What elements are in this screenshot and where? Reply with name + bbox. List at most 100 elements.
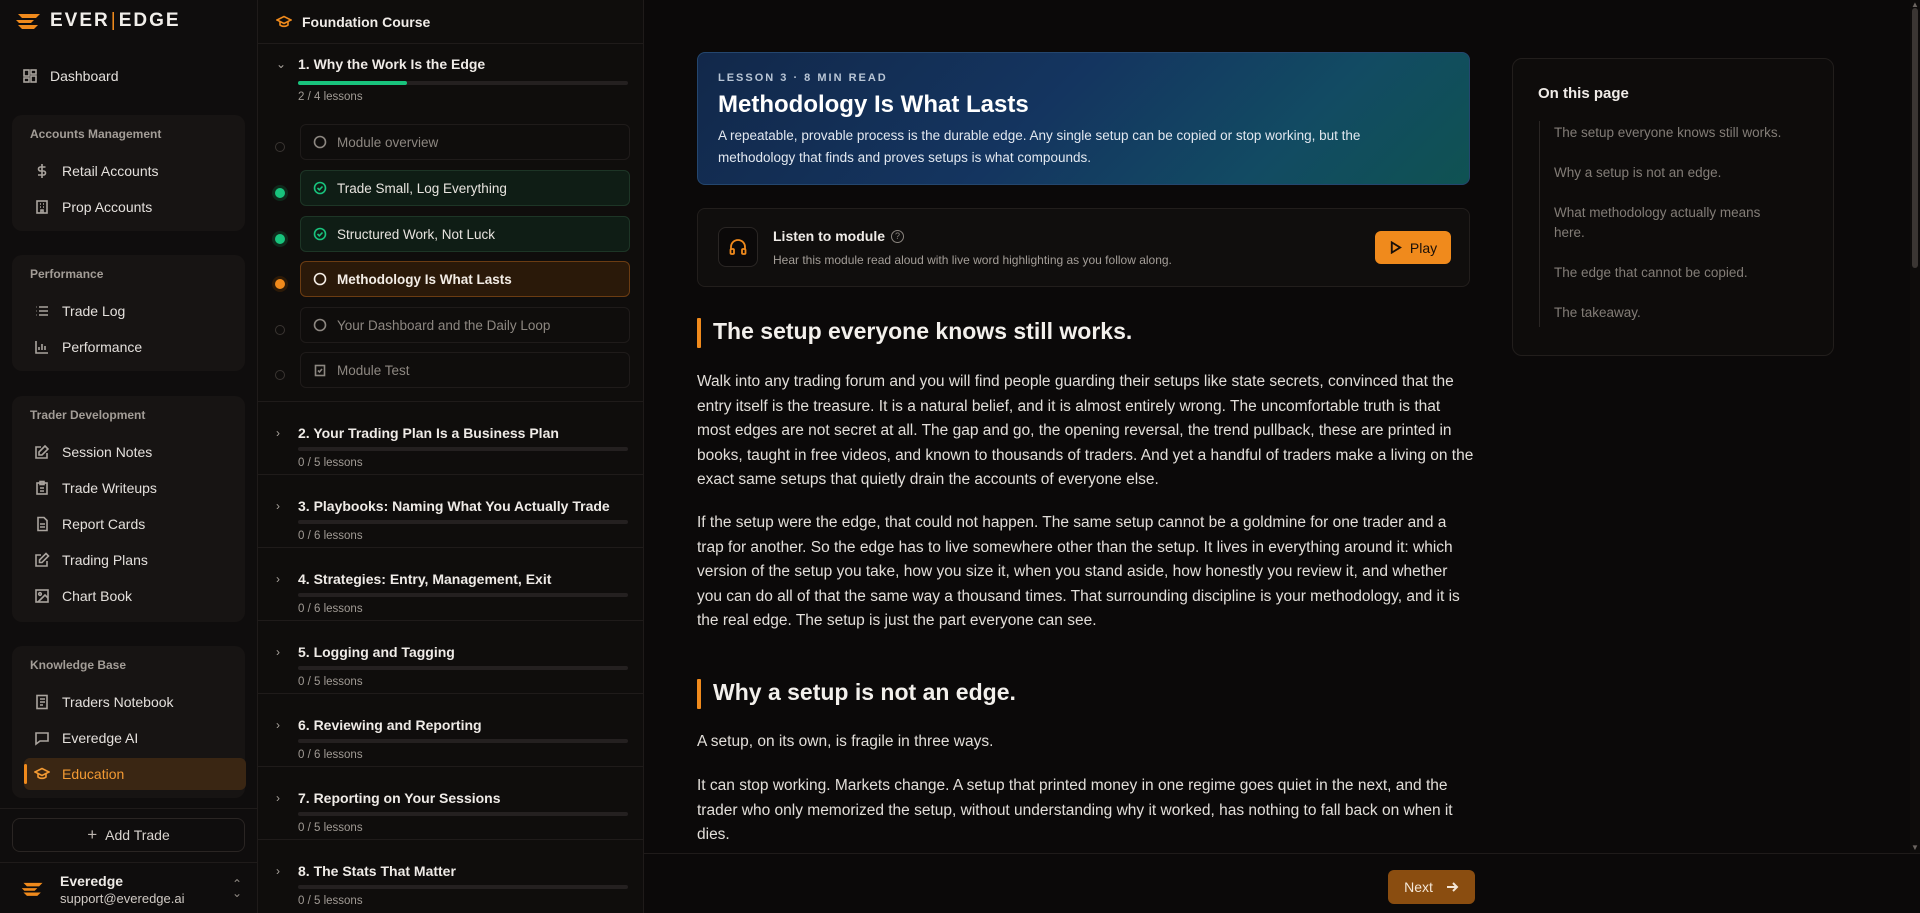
toc-item[interactable]: Why a setup is not an edge. xyxy=(1540,163,1790,203)
nav-trade-writeups[interactable]: Trade Writeups xyxy=(24,472,246,504)
nav-traders-notebook[interactable]: Traders Notebook xyxy=(24,686,246,718)
module-4[interactable]: › 4. Strategies: Entry, Management, Exit… xyxy=(258,548,643,621)
building-icon xyxy=(34,199,50,215)
scrollbar[interactable]: ▲ ▼ xyxy=(1910,0,1920,853)
lesson-description: A repeatable, provable process is the du… xyxy=(718,128,1361,165)
nav-label: Chart Book xyxy=(62,588,133,604)
nav-education[interactable]: Education xyxy=(24,758,246,790)
headphones-icon xyxy=(718,227,758,267)
chevron-right-icon: › xyxy=(276,499,280,513)
everedge-logo-icon xyxy=(16,14,40,29)
group-title: Knowledge Base xyxy=(30,658,127,672)
nav-group-trader-development: Trader Development Session Notes Trade W… xyxy=(12,396,245,622)
play-button[interactable]: Play xyxy=(1375,231,1451,264)
toc-list: The setup everyone knows still works. Wh… xyxy=(1539,121,1809,327)
module-count: 0 / 6 lessons xyxy=(298,603,363,615)
module-title: 5. Logging and Tagging xyxy=(298,644,455,660)
scrollbar-thumb[interactable] xyxy=(1912,8,1918,268)
nav-retail-accounts[interactable]: Retail Accounts xyxy=(24,155,246,187)
chevron-right-icon: › xyxy=(276,718,280,732)
module-title: 3. Playbooks: Naming What You Actually T… xyxy=(298,498,610,514)
lesson-trade-small[interactable]: Trade Small, Log Everything xyxy=(300,170,630,206)
check-circle-icon xyxy=(313,181,327,195)
listen-title: Listen to module? xyxy=(773,228,904,244)
nav-dashboard[interactable]: Dashboard xyxy=(14,60,234,92)
lesson-methodology[interactable]: Methodology Is What Lasts xyxy=(300,261,630,297)
user-name: Everedge xyxy=(60,872,124,889)
next-button[interactable]: Next xyxy=(1388,870,1475,904)
logo[interactable]: EVER|EDGE xyxy=(14,10,181,32)
graduation-cap-icon xyxy=(276,15,292,27)
module-3[interactable]: › 3. Playbooks: Naming What You Actually… xyxy=(258,475,643,548)
lesson-label: Structured Work, Not Luck xyxy=(337,226,496,242)
module-count: 0 / 5 lessons xyxy=(298,676,363,688)
lesson-label: Module overview xyxy=(337,134,439,150)
module-progress xyxy=(298,593,628,597)
module-title: 1. Why the Work Is the Edge xyxy=(298,56,486,72)
lesson-hero: LESSON 3 · 8 MIN READ Methodology Is Wha… xyxy=(697,52,1470,185)
module-header[interactable]: ⌄ 1. Why the Work Is the Edge xyxy=(258,44,643,84)
add-trade-button[interactable]: + Add Trade xyxy=(12,818,245,852)
notebook-icon xyxy=(34,694,50,710)
module-1: ⌄ 1. Why the Work Is the Edge 2 / 4 less… xyxy=(258,44,643,402)
nav-session-notes[interactable]: Session Notes xyxy=(24,436,246,468)
nav-performance[interactable]: Performance xyxy=(24,331,246,363)
toc-item[interactable]: What methodology actually means here. xyxy=(1540,203,1790,263)
paragraph: Walk into any trading forum and you will… xyxy=(697,373,1474,488)
lesson-module-test[interactable]: Module Test xyxy=(300,352,630,388)
nav-dashboard-label: Dashboard xyxy=(50,68,119,84)
lesson-dashboard-daily-loop[interactable]: Your Dashboard and the Daily Loop xyxy=(300,307,630,343)
play-label: Play xyxy=(1409,239,1438,256)
module-8[interactable]: › 8. The Stats That Matter 0 / 5 lessons xyxy=(258,840,643,913)
listen-card: Listen to module? Hear this module read … xyxy=(697,208,1470,287)
lesson-content: LESSON 3 · 8 MIN READ Methodology Is Wha… xyxy=(644,0,1920,913)
add-trade-label: Add Trade xyxy=(105,827,170,843)
module-7[interactable]: › 7. Reporting on Your Sessions 0 / 5 le… xyxy=(258,767,643,840)
module-5[interactable]: › 5. Logging and Tagging 0 / 5 lessons xyxy=(258,621,643,694)
toc-title: On this page xyxy=(1538,85,1629,102)
nav-trading-plans[interactable]: Trading Plans xyxy=(24,544,246,576)
toc-item[interactable]: The takeaway. xyxy=(1540,303,1790,327)
scroll-up-icon[interactable]: ▲ xyxy=(1911,0,1919,9)
module-2[interactable]: › 2. Your Trading Plan Is a Business Pla… xyxy=(258,402,643,475)
lesson-module-overview[interactable]: Module overview xyxy=(300,124,630,160)
lesson-kicker: LESSON 3 · 8 MIN READ xyxy=(718,72,888,84)
nav-everedge-ai[interactable]: Everedge AI xyxy=(24,722,246,754)
nav-chart-book[interactable]: Chart Book xyxy=(24,580,246,612)
user-menu[interactable]: Everedge support@everedge.ai ⌃ ⌄ xyxy=(20,872,242,906)
sidebar-divider xyxy=(0,862,258,863)
on-this-page: On this page The setup everyone knows st… xyxy=(1512,58,1834,356)
module-count: 0 / 5 lessons xyxy=(298,895,363,907)
nav-trade-log[interactable]: Trade Log xyxy=(24,295,246,327)
grid-icon xyxy=(22,68,38,84)
image-icon xyxy=(34,588,50,604)
logo-text: EVER|EDGE xyxy=(50,10,181,31)
lesson-title: Methodology Is What Lasts xyxy=(718,91,1029,118)
paragraph: A setup, on its own, is fragile in three… xyxy=(697,733,994,750)
nav-report-cards[interactable]: Report Cards xyxy=(24,508,246,540)
chevron-right-icon: › xyxy=(276,791,280,805)
lesson-status-dot xyxy=(275,279,285,289)
help-icon[interactable]: ? xyxy=(891,229,904,243)
group-title: Performance xyxy=(30,267,104,281)
chevron-right-icon: › xyxy=(276,645,280,659)
paragraph: It can stop working. Markets change. A s… xyxy=(697,777,1453,843)
play-icon xyxy=(1390,241,1402,254)
module-6[interactable]: › 6. Reviewing and Reporting 0 / 6 lesso… xyxy=(258,694,643,767)
module-title: 2. Your Trading Plan Is a Business Plan xyxy=(298,425,559,441)
module-progress xyxy=(298,447,628,451)
nav-label: Trade Writeups xyxy=(62,480,157,496)
toc-item[interactable]: The setup everyone knows still works. xyxy=(1540,121,1790,163)
module-title: 6. Reviewing and Reporting xyxy=(298,717,482,733)
nav-prop-accounts[interactable]: Prop Accounts xyxy=(24,191,246,223)
lesson-structured-work[interactable]: Structured Work, Not Luck xyxy=(300,216,630,252)
scroll-down-icon[interactable]: ▼ xyxy=(1911,843,1919,852)
clipboard-icon xyxy=(34,480,50,496)
user-email: support@everedge.ai xyxy=(60,890,185,906)
paragraph: If the setup were the edge, that could n… xyxy=(697,514,1460,629)
chevron-down-icon: ⌄ xyxy=(276,57,287,71)
check-circle-icon xyxy=(313,227,327,241)
listen-subtitle: Hear this module read aloud with live wo… xyxy=(773,253,1172,267)
lesson-label: Trade Small, Log Everything xyxy=(337,180,507,196)
toc-item[interactable]: The edge that cannot be copied. xyxy=(1540,263,1790,303)
